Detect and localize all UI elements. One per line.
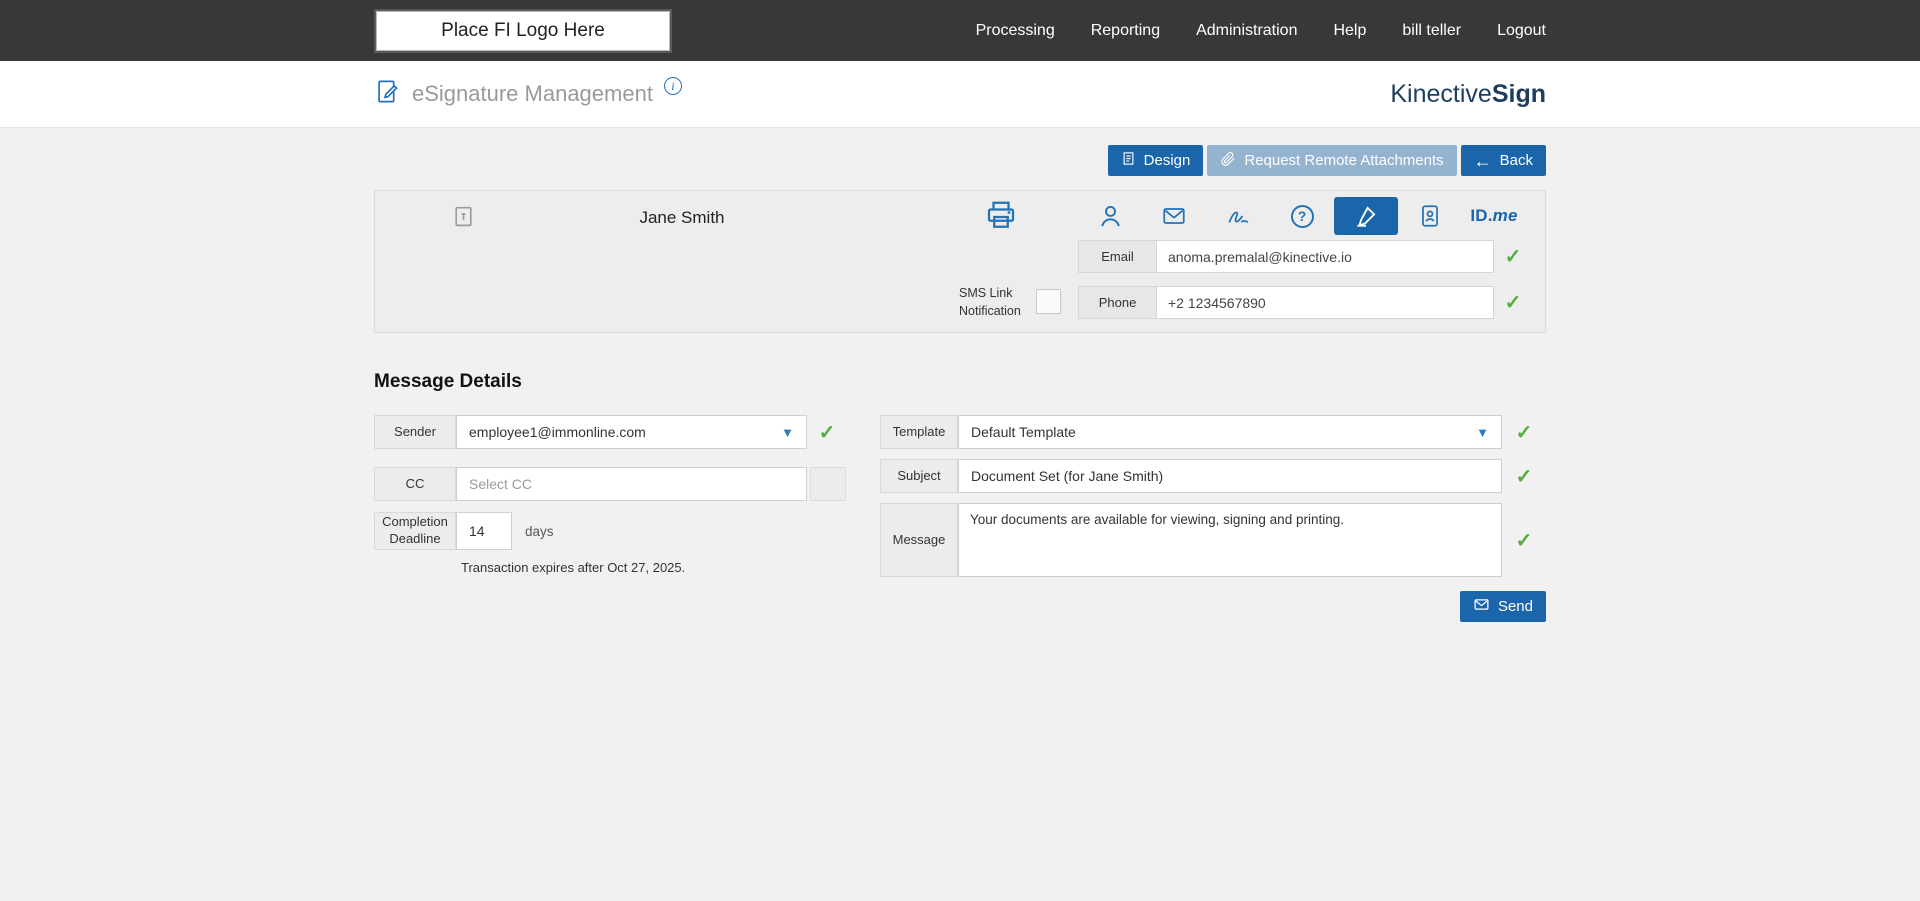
recipient-name: Jane Smith <box>482 208 882 228</box>
days-unit-label: days <box>525 524 554 539</box>
nav-help[interactable]: Help <box>1333 22 1366 40</box>
nav-processing[interactable]: Processing <box>976 22 1055 40</box>
sender-label: Sender <box>374 415 456 449</box>
message-details-right-column: Template Default Template ▼ ✓ Subject ✓ <box>880 415 1546 622</box>
main-content: Design Request Remote Attachments ← Back <box>0 128 1920 622</box>
message-label: Message <box>880 503 958 577</box>
in-person-icon[interactable] <box>1078 197 1142 235</box>
phone-valid-check-icon: ✓ <box>1494 286 1532 319</box>
template-value: Default Template <box>971 424 1076 440</box>
brand-product: Sign <box>1492 80 1546 108</box>
fi-logo-text: Place FI Logo Here <box>441 20 605 42</box>
top-nav-bar: Place FI Logo Here Processing Reporting … <box>0 0 1920 61</box>
phone-input[interactable] <box>1157 286 1494 319</box>
esignature-doc-icon <box>374 78 401 110</box>
brand-name: Kinective <box>1390 80 1491 108</box>
cc-input[interactable] <box>456 467 807 501</box>
message-textarea[interactable]: Your documents are available for viewing… <box>958 503 1502 577</box>
send-row: Send <box>880 591 1546 622</box>
template-row: Template Default Template ▼ ✓ <box>880 415 1546 449</box>
chevron-down-icon: ▼ <box>781 425 794 440</box>
idme-icon[interactable]: ID.me <box>1462 197 1526 235</box>
subject-input[interactable] <box>958 459 1502 493</box>
sms-link-notification-label: SMS Link Notification <box>959 284 1031 320</box>
kiosk-icon[interactable] <box>1398 197 1462 235</box>
nav-logout[interactable]: Logout <box>1497 22 1546 40</box>
subject-valid-check-icon: ✓ <box>1505 464 1543 489</box>
info-icon[interactable]: i <box>664 77 682 95</box>
send-button[interactable]: Send <box>1460 591 1546 622</box>
fi-logo-placeholder: Place FI Logo Here <box>374 9 672 53</box>
expiry-note: Transaction expires after Oct 27, 2025. <box>461 560 847 575</box>
completion-deadline-input[interactable] <box>456 512 512 550</box>
completion-deadline-label: Completion Deadline <box>374 512 456 550</box>
app-header: eSignature Management i KinectiveSign <box>0 61 1920 128</box>
message-details-left-column: Sender employee1@immonline.com ▼ ✓ CC Co <box>374 415 847 575</box>
question-mark-glyph: ? <box>1291 205 1314 228</box>
recipient-image-placeholder-icon <box>451 204 476 234</box>
email-valid-check-icon: ✓ <box>1494 240 1532 273</box>
phone-label: Phone <box>1078 286 1157 319</box>
chevron-down-icon: ▼ <box>1476 425 1489 440</box>
message-row: Message Your documents are available for… <box>880 503 1546 577</box>
action-toolbar: Design Request Remote Attachments ← Back <box>374 145 1546 176</box>
kinective-sign-logo: KinectiveSign <box>1390 80 1546 109</box>
signature-icon[interactable] <box>1206 197 1270 235</box>
main-nav: Processing Reporting Administration Help… <box>976 22 1546 40</box>
request-remote-attachments-button[interactable]: Request Remote Attachments <box>1207 145 1456 176</box>
design-doc-icon <box>1121 151 1136 170</box>
cc-label: CC <box>374 467 456 501</box>
back-arrow-icon: ← <box>1474 152 1492 170</box>
nav-user-bill-teller[interactable]: bill teller <box>1402 22 1461 40</box>
remote-help-icon[interactable]: ? <box>1270 197 1334 235</box>
recipient-panel: Jane Smith <box>374 190 1546 333</box>
sender-dropdown[interactable]: employee1@immonline.com ▼ <box>456 415 807 449</box>
sender-row: Sender employee1@immonline.com ▼ ✓ <box>374 415 847 449</box>
idme-logo: ID.me <box>1470 206 1517 226</box>
sender-value: employee1@immonline.com <box>469 424 646 440</box>
sms-link-notification-checkbox[interactable] <box>1036 289 1061 314</box>
nav-administration[interactable]: Administration <box>1196 22 1297 40</box>
subject-label: Subject <box>880 459 958 493</box>
cc-status-cell <box>810 467 846 501</box>
template-label: Template <box>880 415 958 449</box>
email-input[interactable] <box>1157 240 1494 273</box>
phone-row: Phone ✓ <box>1078 286 1532 319</box>
page-title: eSignature Management <box>412 81 653 107</box>
sender-valid-check-icon: ✓ <box>808 420 846 445</box>
delivery-method-strip: ? ID.me <box>1078 197 1526 235</box>
remote-signing-icon[interactable] <box>1334 197 1398 235</box>
message-valid-check-icon: ✓ <box>1505 528 1543 553</box>
print-icon[interactable] <box>983 196 1019 235</box>
send-envelope-icon <box>1473 596 1490 617</box>
template-valid-check-icon: ✓ <box>1505 420 1543 445</box>
nav-reporting[interactable]: Reporting <box>1091 22 1160 40</box>
template-dropdown[interactable]: Default Template ▼ <box>958 415 1502 449</box>
paperclip-icon <box>1220 151 1236 171</box>
subject-row: Subject ✓ <box>880 459 1546 493</box>
design-button[interactable]: Design <box>1108 145 1204 176</box>
email-label: Email <box>1078 240 1157 273</box>
email-row: Email ✓ <box>1078 240 1532 273</box>
completion-deadline-row: Completion Deadline days <box>374 512 847 550</box>
message-details-heading: Message Details <box>374 371 1546 393</box>
email-delivery-icon[interactable] <box>1142 197 1206 235</box>
back-button[interactable]: ← Back <box>1461 145 1546 176</box>
cc-row: CC <box>374 467 847 501</box>
